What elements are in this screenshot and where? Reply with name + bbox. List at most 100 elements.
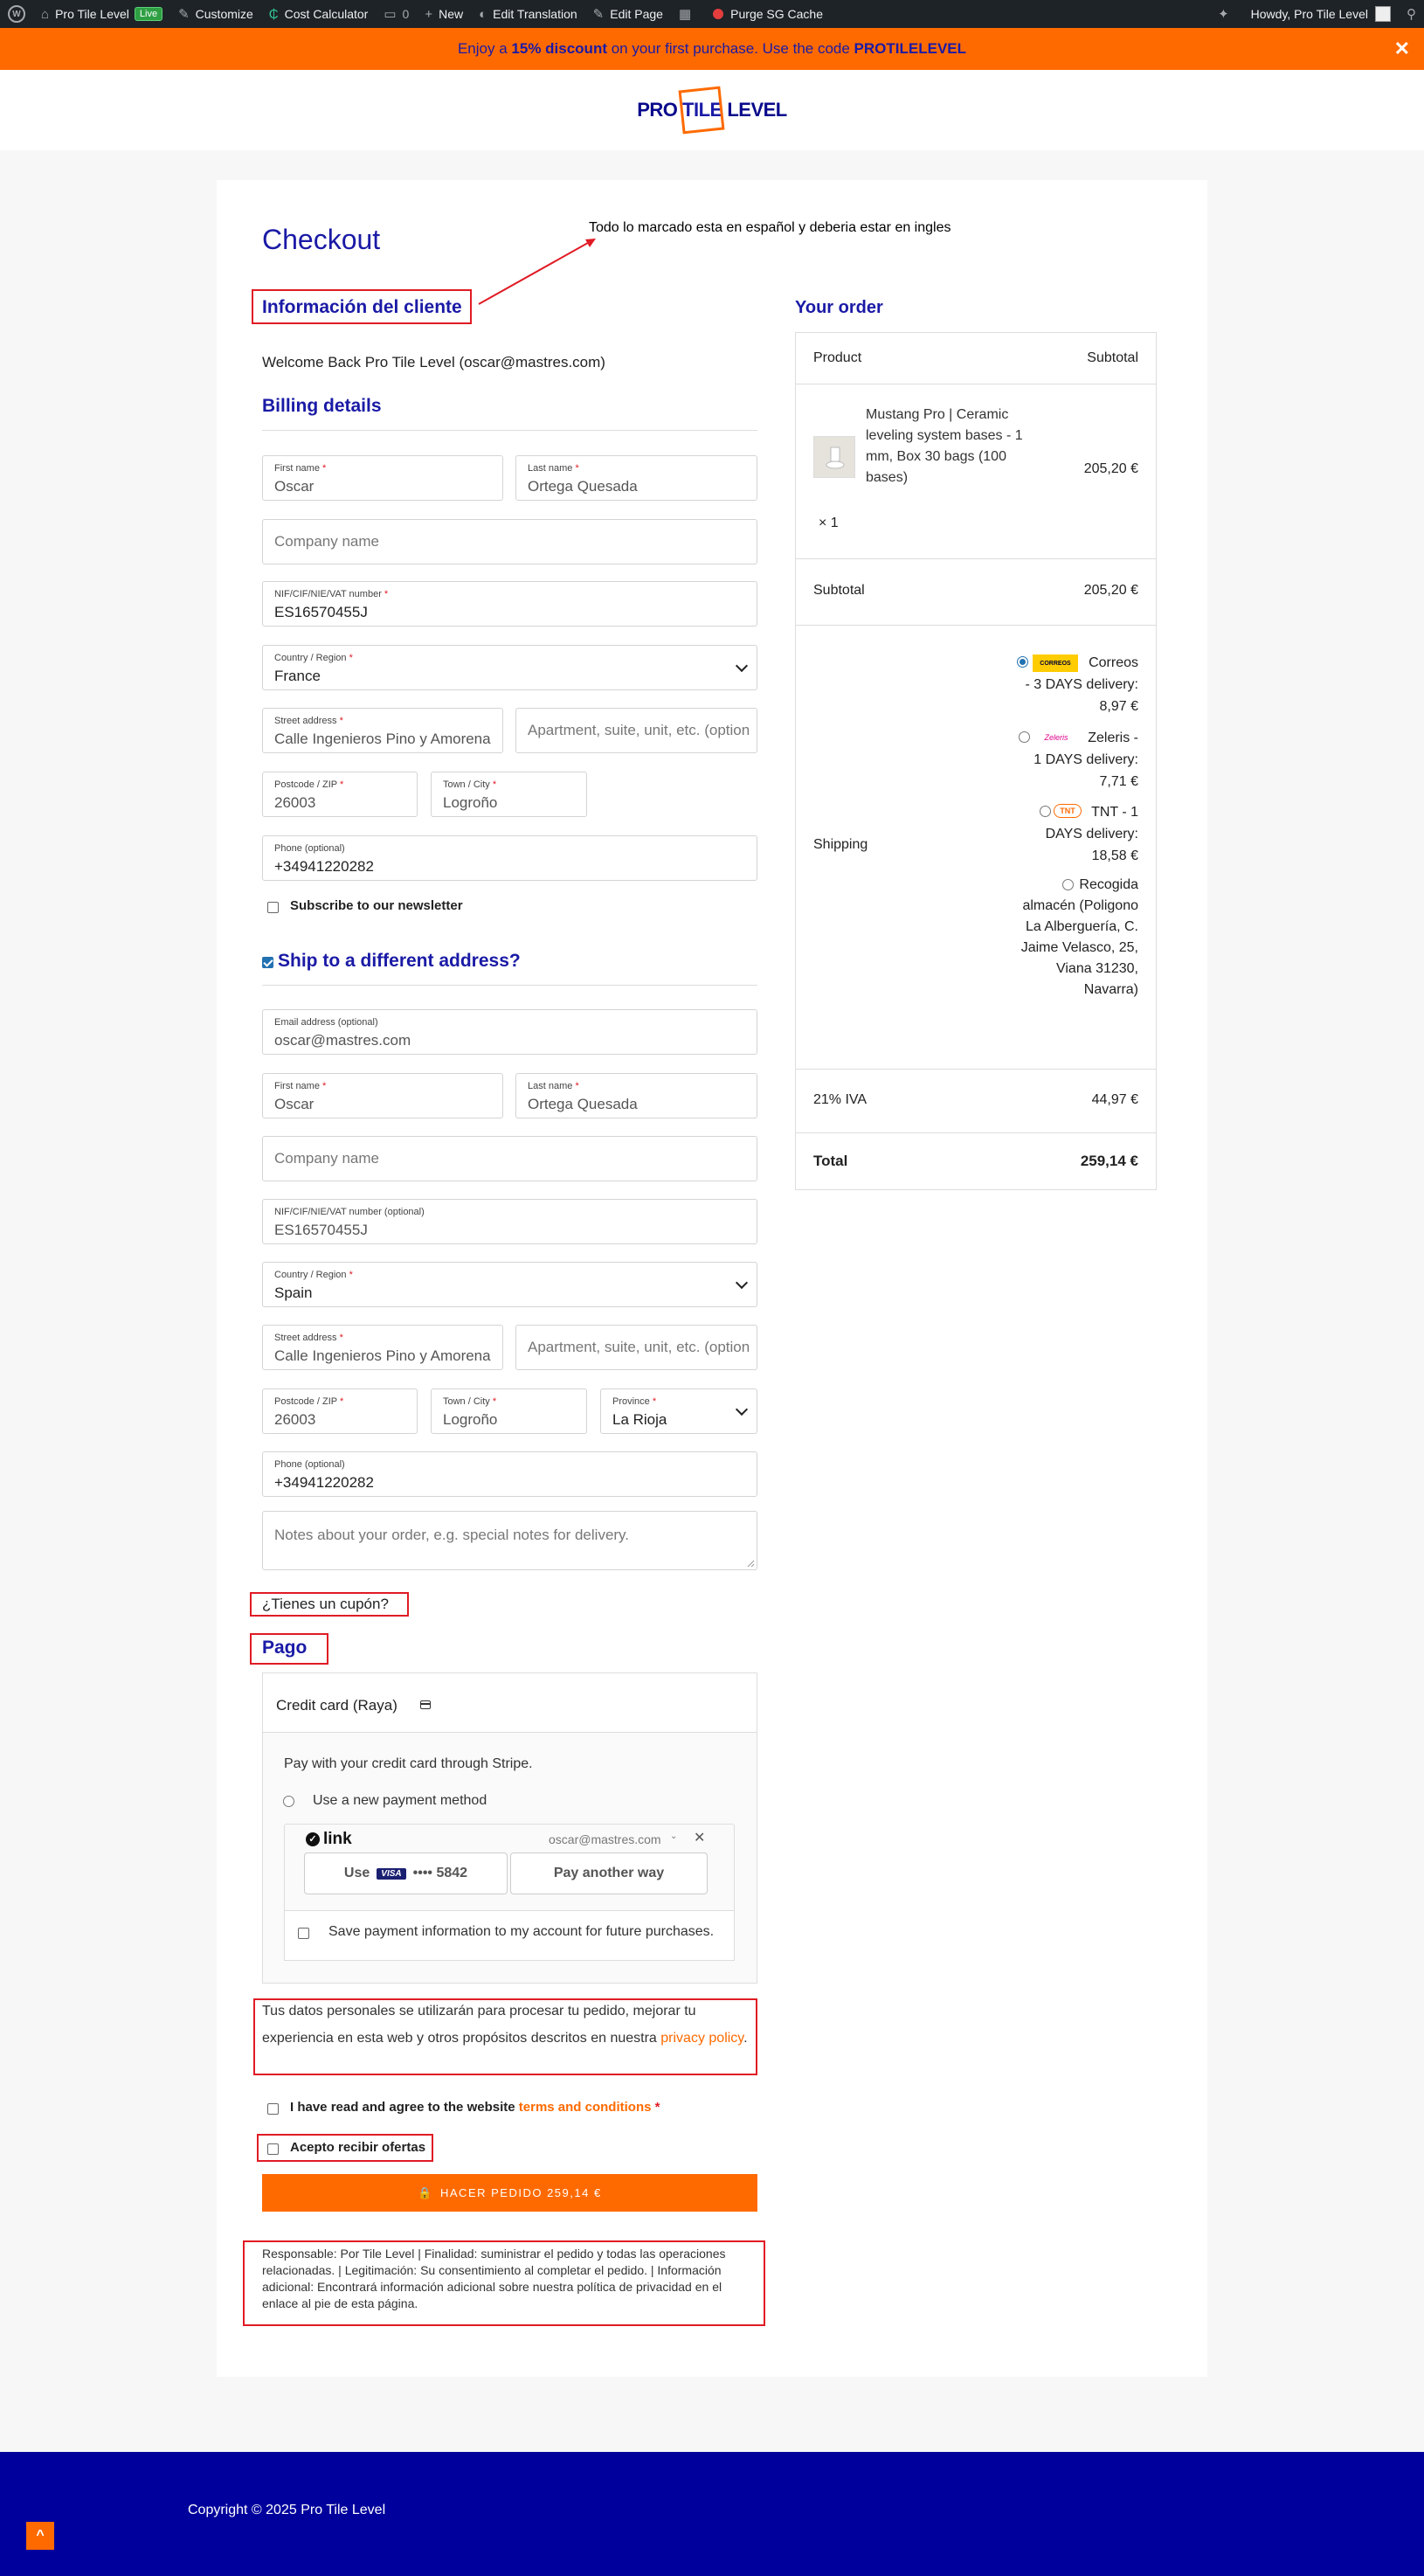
payment-method-label: Credit card (Raya) xyxy=(276,1697,397,1714)
use-saved-card-button[interactable]: Use VISA •••• 5842 xyxy=(304,1852,508,1894)
seo-icon: ▦ xyxy=(678,7,692,22)
shipping-postcode-field[interactable]: Postcode / ZIP * 26003 xyxy=(262,1388,418,1434)
site-logo[interactable]: PRO TILE LEVEL xyxy=(637,86,787,135)
shipping-country-select[interactable]: Country / Region * Spain xyxy=(262,1262,757,1307)
shipping-company-field[interactable]: Company name xyxy=(262,1136,757,1181)
account-menu[interactable]: Howdy, Pro Tile Level xyxy=(1243,0,1399,28)
field-value: Logroño xyxy=(443,794,498,811)
field-value: Spain xyxy=(274,1285,313,1301)
page-title: Checkout xyxy=(262,224,381,255)
total-value: 259,14 € xyxy=(1080,1153,1138,1169)
offers-checkbox[interactable] xyxy=(267,2143,279,2155)
billing-vat-field[interactable]: NIF/CIF/NIE/VAT number * ES16570455J xyxy=(262,581,757,627)
place-order-label: HACER PEDIDO 259,14 € xyxy=(440,2186,602,2199)
edit-translation-link[interactable]: ◐ Edit Translation xyxy=(471,0,585,28)
save-payment-label: Save payment information to my account f… xyxy=(328,1924,715,1939)
comments-link[interactable]: ▭ 0 xyxy=(376,0,417,28)
billing-country-select[interactable]: Country / Region * France xyxy=(262,645,757,690)
live-badge: Live xyxy=(134,7,163,21)
billing-phone-field[interactable]: Phone (optional) +34941220282 xyxy=(262,835,757,881)
ai-assistant-link[interactable]: ✦ xyxy=(1210,0,1243,28)
lock-icon: 🔒 xyxy=(418,2185,433,2199)
field-label: Street address xyxy=(274,716,337,726)
order-notes-textarea[interactable]: Notes about your order, e.g. special not… xyxy=(262,1511,757,1570)
ship-different-checkbox[interactable] xyxy=(262,957,273,968)
field-value: France xyxy=(274,668,321,684)
search-toggle[interactable]: ⚲ xyxy=(1399,0,1424,28)
cost-calculator-link[interactable]: ₵ Cost Calculator xyxy=(261,0,377,28)
ship-different-heading[interactable]: Ship to a different address? xyxy=(278,951,521,972)
billing-first-name-field[interactable]: First name * Oscar xyxy=(262,455,503,501)
calculator-icon: ₵ xyxy=(268,6,279,22)
purge-cache-link[interactable]: Purge SG Cache xyxy=(705,0,831,28)
new-payment-method-radio[interactable] xyxy=(283,1796,294,1807)
site-name-menu[interactable]: ⌂ Pro Tile Level Live xyxy=(33,0,170,28)
shipping-phone-field[interactable]: Phone (optional) +34941220282 xyxy=(262,1451,757,1497)
shipping-option-pickup: Recogida almacén (Poligono La Alberguerí… xyxy=(1020,877,1138,997)
save-payment-checkbox[interactable] xyxy=(298,1928,309,1939)
billing-heading: Billing details xyxy=(262,396,382,416)
howdy-label: Howdy, Pro Tile Level xyxy=(1250,7,1368,21)
pay-another-way-button[interactable]: Pay another way xyxy=(510,1852,708,1894)
shipping-first-name-field[interactable]: First name * Oscar xyxy=(262,1073,503,1118)
resize-handle-icon[interactable] xyxy=(746,1559,755,1568)
field-placeholder: Company name xyxy=(274,533,380,550)
scroll-top-button[interactable]: ^ xyxy=(26,2522,54,2550)
terms-checkbox[interactable] xyxy=(267,2103,279,2115)
shipping-email-field[interactable]: Email address (optional) oscar@mastres.co… xyxy=(262,1009,757,1055)
subtotal-value: 205,20 € xyxy=(1083,583,1138,598)
subtotal-label: Subtotal xyxy=(813,583,865,598)
shipping-label: Shipping xyxy=(813,837,868,852)
coupon-link[interactable]: ¿Tienes un cupón? xyxy=(262,1596,389,1613)
billing-postcode-field[interactable]: Postcode / ZIP * 26003 xyxy=(262,772,418,817)
seo-link[interactable]: ▦ xyxy=(671,0,705,28)
billing-apartment-field[interactable]: Apartment, suite, unit, etc. (optional) xyxy=(515,708,757,753)
avatar xyxy=(1375,6,1391,22)
product-thumbnail[interactable] xyxy=(813,436,855,478)
product-image xyxy=(826,447,845,469)
billing-city-field[interactable]: Town / City * Logroño xyxy=(431,772,587,817)
link-email[interactable]: oscar@mastres.com xyxy=(549,1832,661,1846)
customize-link[interactable]: ✎ Customize xyxy=(170,0,261,28)
divider xyxy=(262,430,757,431)
new-label: New xyxy=(439,7,464,21)
billing-last-name-field[interactable]: Last name * Ortega Quesada xyxy=(515,455,757,501)
field-value: 26003 xyxy=(274,1411,316,1428)
newsletter-checkbox[interactable] xyxy=(267,902,279,913)
place-order-button[interactable]: 🔒 HACER PEDIDO 259,14 € xyxy=(262,2174,757,2212)
status-dot-icon xyxy=(713,9,724,19)
link-brand: link xyxy=(323,1830,352,1848)
site-name: Pro Tile Level xyxy=(55,7,129,21)
divider xyxy=(262,985,757,986)
privacy-policy-link[interactable]: privacy policy xyxy=(660,2031,743,2046)
field-value: 26003 xyxy=(274,794,316,811)
new-content-link[interactable]: + New xyxy=(417,0,471,28)
shipping-last-name-field[interactable]: Last name * Ortega Quesada xyxy=(515,1073,757,1118)
close-icon[interactable]: ✕ xyxy=(1394,38,1410,60)
field-value: +34941220282 xyxy=(274,858,374,875)
terms-link[interactable]: terms and conditions xyxy=(519,2100,652,2115)
shipping-apartment-field[interactable]: Apartment, suite, unit, etc. (optional) xyxy=(515,1325,757,1370)
annotation-text: Todo lo marcado esta en español y deberi… xyxy=(589,220,951,235)
translate-icon: ◐ xyxy=(479,6,487,22)
billing-company-field[interactable]: Company name xyxy=(262,519,757,564)
shipping-city-field[interactable]: Town / City * Logroño xyxy=(431,1388,587,1434)
billing-street-field[interactable]: Street address * Calle Ingenieros Pino y … xyxy=(262,708,503,753)
field-value: +34941220282 xyxy=(274,1474,374,1491)
shipping-vat-field[interactable]: NIF/CIF/NIE/VAT number (optional) ES16570… xyxy=(262,1199,757,1244)
logo-frame xyxy=(678,86,725,135)
field-value: oscar@mastres.com xyxy=(274,1032,411,1049)
product-name[interactable]: Mustang Pro | Ceramic leveling system ba… xyxy=(866,405,1023,488)
wordpress-icon: W xyxy=(8,5,25,23)
promo-banner: Enjoy a 15% discount on your first purch… xyxy=(0,28,1424,70)
wp-logo-menu[interactable]: W xyxy=(0,0,33,28)
chevron-down-icon[interactable]: ⌄ xyxy=(670,1832,677,1841)
shipping-province-select[interactable]: Province * La Rioja xyxy=(600,1388,757,1434)
field-placeholder: Apartment, suite, unit, etc. (optional) xyxy=(528,722,750,738)
close-icon[interactable]: ✕ xyxy=(694,1829,705,1846)
terms-prefix: I have read and agree to the website xyxy=(290,2100,515,2115)
shipping-street-field[interactable]: Street address * Calle Ingenieros Pino y … xyxy=(262,1325,503,1370)
copyright-text: Copyright © 2025 Pro Tile Level xyxy=(188,2503,386,2517)
edit-page-link[interactable]: ✎ Edit Page xyxy=(585,0,671,28)
edit-page-label: Edit Page xyxy=(610,7,663,21)
